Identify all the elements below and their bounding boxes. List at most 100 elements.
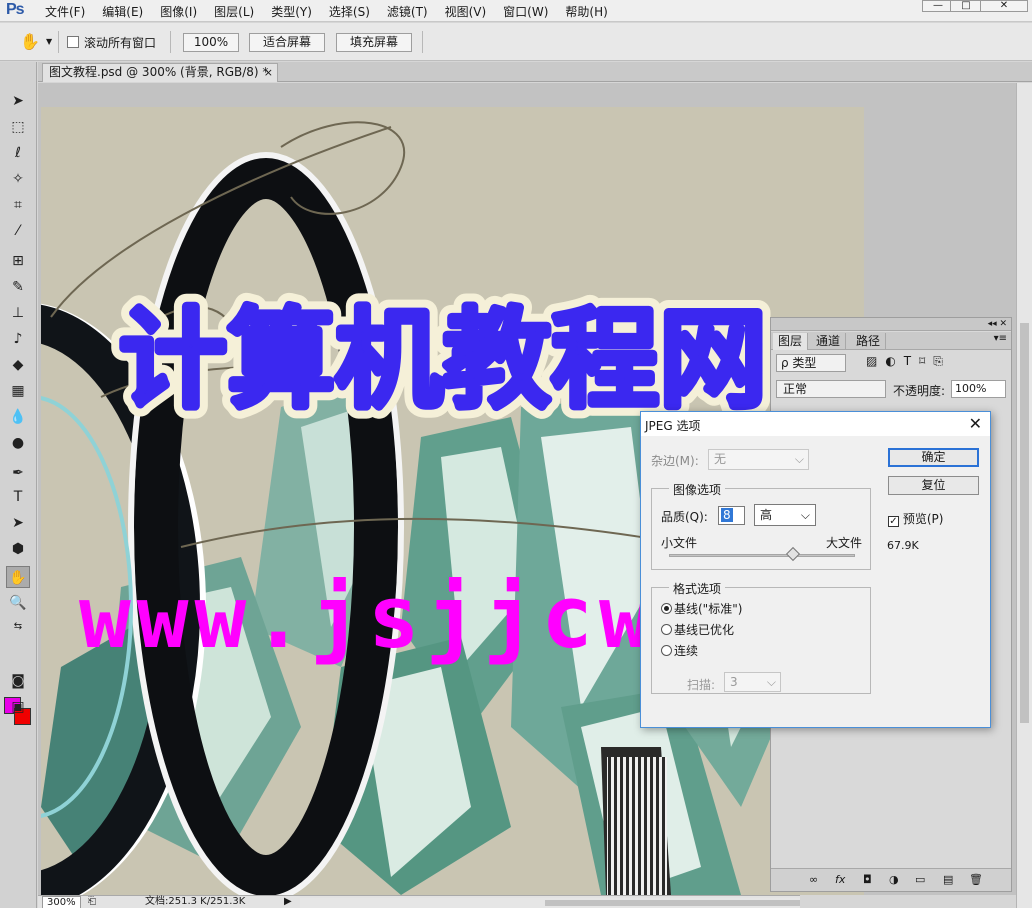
quality-slider[interactable] [669, 554, 855, 557]
matte-label: 杂边(M): [651, 454, 699, 468]
scans-select[interactable]: 3 ⌵ [724, 672, 781, 692]
large-file-label: 大文件 [825, 536, 862, 550]
preview-checkbox[interactable]: ✓ 预览(P) [888, 510, 943, 527]
new-layer-icon[interactable]: ▤ [943, 873, 953, 886]
clone-stamp-tool-icon[interactable]: ⊥ [6, 302, 30, 324]
delete-layer-icon[interactable]: 🗑 [969, 873, 983, 886]
close-window-button[interactable]: ✕ [980, 0, 1028, 12]
quality-slider-thumb[interactable] [785, 546, 801, 562]
menu-window[interactable]: 窗口(W) [503, 3, 548, 20]
swap-colors-icon[interactable]: ⇆ [6, 616, 30, 638]
dodge-tool-icon[interactable]: ● [6, 432, 30, 454]
menu-type[interactable]: 类型(Y) [271, 3, 312, 20]
quality-value: 8 [721, 508, 733, 522]
scroll-thumb[interactable] [545, 900, 800, 906]
menu-image[interactable]: 图像(I) [160, 3, 197, 20]
radio-progressive[interactable]: 连续 [661, 642, 698, 659]
quality-input[interactable]: 8 [718, 506, 745, 525]
add-mask-icon[interactable]: ◘ [863, 873, 872, 886]
pen-tool-icon[interactable]: ✒ [6, 462, 30, 484]
scroll-all-windows-checkbox[interactable] [67, 36, 79, 48]
layer-filter-icons[interactable]: ▨◐T⌑⎘ [866, 354, 951, 369]
matte-select[interactable]: 无 ⌵ [708, 449, 809, 470]
document-tab-title: 图文教程.psd @ 300% (背景, RGB/8) * [49, 65, 269, 79]
menu-edit[interactable]: 编辑(E) [102, 3, 143, 20]
document-tab-bar: 图文教程.psd @ 300% (背景, RGB/8) * × [38, 62, 1032, 82]
radio-baseline-optimized[interactable]: 基线已优化 [661, 621, 734, 638]
zoom-level-field[interactable]: 300% [42, 896, 81, 908]
magic-wand-tool-icon[interactable]: ✧ [6, 168, 30, 190]
close-tab-icon[interactable]: × [264, 64, 273, 81]
brush-tool-icon[interactable]: ✎ [6, 276, 30, 298]
new-group-icon[interactable]: ▭ [915, 873, 925, 886]
lasso-tool-icon[interactable]: ℓ [6, 142, 30, 164]
format-options-legend: 格式选项 [669, 580, 726, 597]
zoom-100-button[interactable]: 100% [183, 33, 239, 52]
ok-button[interactable]: 确定 [888, 448, 979, 467]
history-brush-tool-icon[interactable]: ♪ [6, 328, 30, 350]
quick-mask-icon[interactable]: ◙ [6, 670, 30, 692]
horizontal-scrollbar[interactable] [300, 898, 800, 908]
radio-label: 基线("标准") [674, 602, 743, 616]
menu-help[interactable]: 帮助(H) [565, 3, 607, 20]
radio-baseline-standard[interactable]: 基线("标准") [661, 600, 742, 617]
blur-tool-icon[interactable]: 💧 [6, 406, 30, 428]
menu-filter[interactable]: 滤镜(T) [387, 3, 428, 20]
document-tab[interactable]: 图文教程.psd @ 300% (背景, RGB/8) * × [42, 63, 278, 82]
preview-label: 预览(P) [902, 512, 944, 526]
hand-tool-icon[interactable]: ✋ [20, 32, 40, 51]
layers-panel-tabs: 图层 通道 路径 ▾≡ [771, 332, 1011, 350]
close-icon[interactable]: ✕ [969, 414, 982, 433]
scans-value: 3 [730, 675, 738, 689]
link-layers-icon[interactable]: ∞ [809, 873, 818, 886]
radio-dot [661, 645, 672, 656]
panel-menu-icon[interactable]: ▾≡ [994, 333, 1007, 344]
dialog-titlebar: JPEG 选项 ✕ [641, 412, 990, 436]
layer-kind-filter[interactable]: ρ 类型 [776, 354, 846, 372]
tools-panel: ➤ ⬚ ℓ ✧ ⌗ ⁄ ⊞ ✎ ⊥ ♪ ◆ ▦ 💧 ● ✒ T ➤ ⬢ ✋ 🔍 … [0, 62, 37, 908]
headline-text: 计算机教程网 [119, 298, 767, 423]
tab-paths[interactable]: 路径 [851, 333, 887, 350]
fill-screen-button[interactable]: 填充屏幕 [336, 33, 412, 52]
path-selection-tool-icon[interactable]: ➤ [6, 512, 30, 534]
menu-view[interactable]: 视图(V) [445, 3, 487, 20]
screen-mode-icon[interactable]: ▣ [6, 696, 30, 718]
zoom-tool-icon[interactable]: 🔍 [6, 592, 30, 614]
layer-style-icon[interactable]: fx [835, 873, 845, 886]
menu-bar: Ps 文件(F) 编辑(E) 图像(I) 图层(L) 类型(Y) 选择(S) 滤… [0, 0, 1032, 22]
eraser-tool-icon[interactable]: ◆ [6, 354, 30, 376]
export-icon[interactable]: ⎗ [88, 896, 96, 907]
jpeg-options-dialog: JPEG 选项 ✕ 杂边(M): 无 ⌵ 图像选项 品质(Q): 8 高 ⌵ 小… [640, 411, 991, 728]
gradient-tool-icon[interactable]: ▦ [6, 380, 30, 402]
tab-channels[interactable]: 通道 [811, 333, 847, 350]
radio-dot [661, 624, 672, 635]
move-tool-icon[interactable]: ➤ [6, 90, 30, 112]
opacity-input[interactable]: 100% [951, 380, 1006, 398]
status-menu-arrow-icon[interactable]: ▶ [284, 896, 292, 908]
chevron-down-icon: ⌵ [794, 452, 804, 466]
hand-tool-icon[interactable]: ✋ [6, 566, 30, 588]
crop-tool-icon[interactable]: ⌗ [6, 194, 30, 216]
shape-tool-icon[interactable]: ⬢ [6, 538, 30, 560]
marquee-tool-icon[interactable]: ⬚ [6, 116, 30, 138]
divider [422, 31, 423, 53]
restore-button[interactable]: □ [950, 0, 982, 12]
chevron-down-icon: ⌵ [800, 508, 810, 522]
vertical-scrollbar[interactable] [1016, 83, 1032, 908]
menu-select[interactable]: 选择(S) [329, 3, 370, 20]
fit-screen-button[interactable]: 适合屏幕 [249, 33, 325, 52]
type-tool-icon[interactable]: T [6, 486, 30, 508]
menu-file[interactable]: 文件(F) [45, 3, 85, 20]
tool-preset-caret-icon[interactable]: ▼ [46, 37, 52, 46]
blend-mode-select[interactable]: 正常 [776, 380, 886, 398]
healing-brush-tool-icon[interactable]: ⊞ [6, 250, 30, 272]
file-size-readout: 67.9K [887, 539, 919, 552]
panel-collapse-bar[interactable]: ◂◂ ✕ [771, 318, 1011, 331]
scroll-thumb[interactable] [1020, 323, 1029, 723]
tab-layers[interactable]: 图层 [773, 333, 809, 350]
reset-button[interactable]: 复位 [888, 476, 979, 495]
eyedropper-tool-icon[interactable]: ⁄ [6, 220, 30, 242]
adjustment-layer-icon[interactable]: ◑ [889, 873, 899, 886]
quality-preset-select[interactable]: 高 ⌵ [754, 504, 816, 526]
menu-layer[interactable]: 图层(L) [214, 3, 254, 20]
